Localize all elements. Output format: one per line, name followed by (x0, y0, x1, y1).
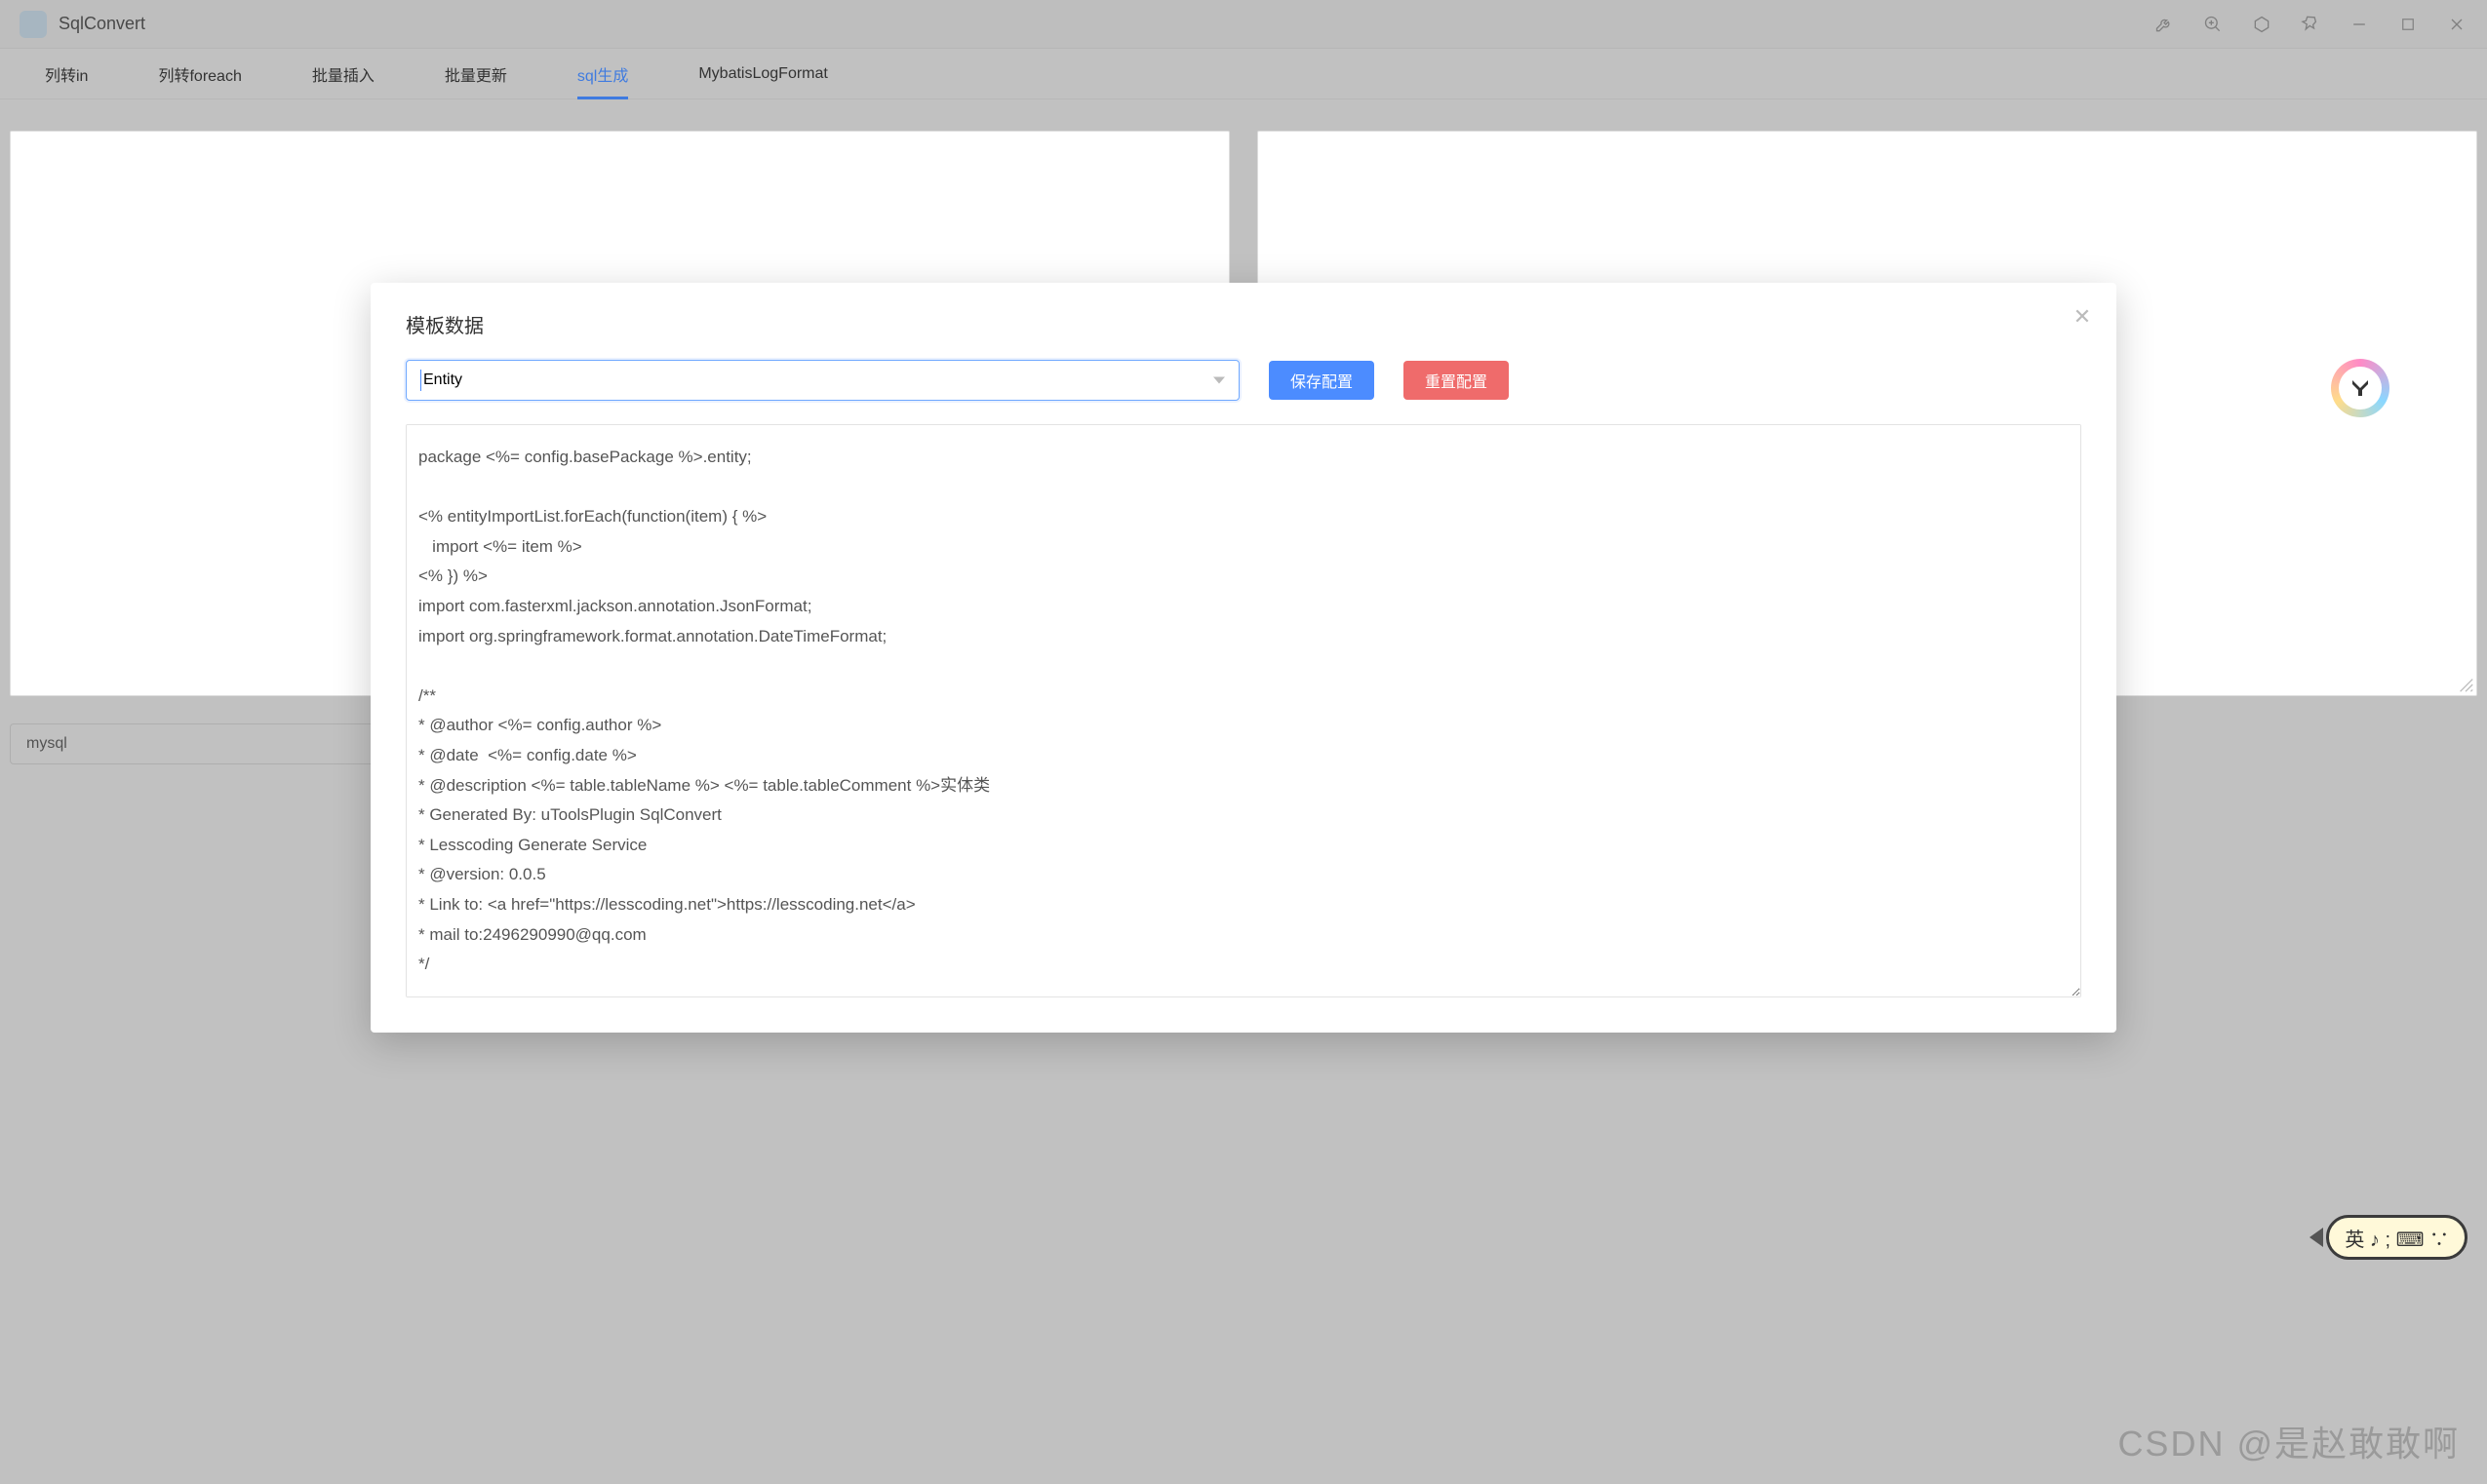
modal-close-icon[interactable]: ✕ (2070, 304, 2095, 330)
entity-select[interactable]: Entity (406, 360, 1240, 401)
tab-sql-gen[interactable]: sql生成 (542, 49, 663, 99)
tab-batch-update[interactable]: 批量更新 (410, 49, 542, 99)
tab-col-in[interactable]: 列转in (10, 49, 123, 99)
chevron-down-icon (1213, 377, 1225, 384)
tab-batch-insert[interactable]: 批量插入 (277, 49, 410, 99)
reset-config-button[interactable]: 重置配置 (1403, 361, 1509, 400)
watermark: CSDN @是赵敢敢啊 (2117, 1416, 2460, 1466)
ime-status-bar[interactable]: 英 ♪ ; ⌨ ∵ (2326, 1215, 2467, 1260)
template-code-textarea[interactable]: package <%= config.basePackage %>.entity… (406, 424, 2081, 997)
tab-col-foreach[interactable]: 列转foreach (123, 49, 276, 99)
entity-select-value: Entity (423, 371, 462, 389)
save-config-button[interactable]: 保存配置 (1269, 361, 1374, 400)
utools-y-icon (2348, 375, 2373, 401)
utools-float-icon[interactable] (2331, 359, 2389, 417)
tab-mybatis-log[interactable]: MybatisLogFormat (663, 49, 863, 99)
template-data-modal: ✕ 模板数据 Entity 保存配置 重置配置 package <%= conf… (371, 283, 2116, 1033)
ime-text: 英 ♪ ; ⌨ ∵ (2345, 1224, 2449, 1252)
resize-icon (2457, 676, 2474, 693)
modal-title: 模板数据 (406, 310, 2081, 338)
